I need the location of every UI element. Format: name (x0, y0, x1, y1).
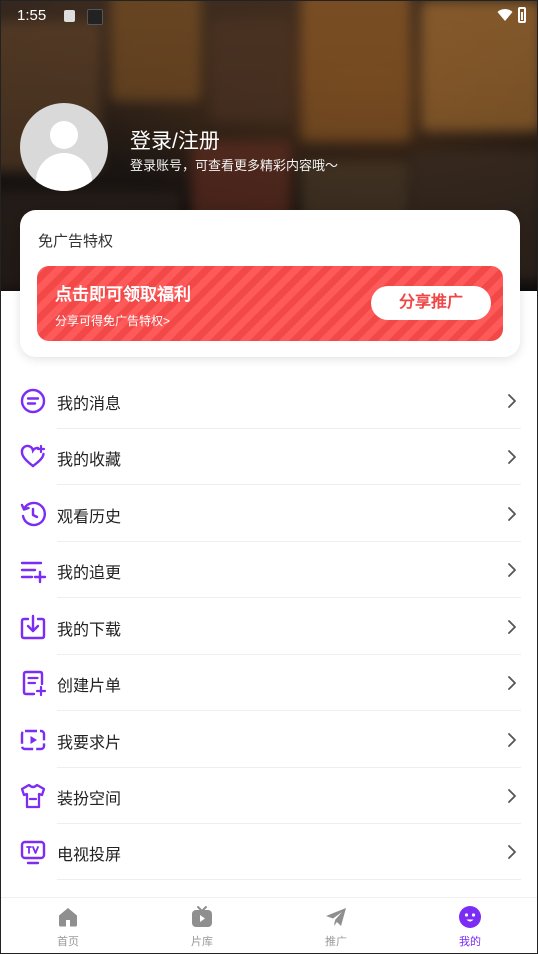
menu-item-downloads[interactable]: 我的下载 (1, 599, 537, 655)
chevron-right-icon (508, 789, 516, 803)
chevron-right-icon (508, 394, 516, 408)
bottom-navigation: 首页 片库 推广 我的 (1, 897, 537, 953)
avatar-head (50, 121, 78, 149)
menu-item-label: 电视投屏 (57, 847, 122, 864)
login-register-link[interactable]: 登录/注册 (130, 125, 220, 155)
tab-label: 片库 (191, 936, 213, 948)
card-title: 免广告特权 (38, 233, 114, 250)
menu-item-label: 我的收藏 (57, 452, 122, 469)
download-icon (20, 614, 46, 640)
tab-promotion[interactable]: 推广 (269, 898, 403, 953)
divider (57, 879, 521, 880)
avatar-body (36, 153, 92, 191)
menu-item-label: 我的追更 (57, 565, 122, 582)
home-icon (59, 908, 77, 927)
welfare-banner[interactable]: 点击即可领取福利 分享可得免广告特权> 分享推广 (37, 266, 503, 341)
status-time: 1:55 (17, 7, 47, 24)
create-playlist-icon (22, 670, 47, 697)
chevron-right-icon (508, 563, 516, 577)
tab-home[interactable]: 首页 (1, 898, 135, 953)
menu-item-label: 装扮空间 (57, 791, 122, 808)
chevron-right-icon (508, 620, 516, 634)
tab-label: 我的 (459, 936, 481, 948)
chevron-right-icon (508, 507, 516, 521)
menu-item-label: 创建片单 (57, 678, 122, 695)
notification-icon (64, 10, 75, 22)
chevron-right-icon (508, 676, 516, 690)
profile-face-icon (459, 906, 481, 928)
request-video-icon (20, 729, 46, 751)
favorite-heart-icon (20, 444, 46, 468)
dress-up-icon (20, 783, 46, 809)
avatar[interactable] (20, 103, 108, 191)
divider (57, 597, 521, 598)
menu-item-dress-up[interactable]: 装扮空间 (1, 768, 537, 824)
menu-item-label: 我要求片 (57, 735, 122, 752)
tv-cast-icon (20, 840, 46, 865)
login-subtitle: 登录账号，可查看更多精彩内容哦～ (130, 158, 339, 173)
status-bar: 1:55 (1, 1, 537, 31)
menu-item-history[interactable]: 观看历史 (1, 486, 537, 542)
menu-item-label: 我的下载 (57, 622, 122, 639)
share-promotion-button[interactable]: 分享推广 (371, 286, 491, 320)
menu-item-request-video[interactable]: 我要求片 (1, 712, 537, 768)
chevron-right-icon (508, 733, 516, 747)
banner-subtitle[interactable]: 分享可得免广告特权> (55, 312, 170, 329)
tab-mine[interactable]: 我的 (403, 898, 537, 953)
menu-item-favorites[interactable]: 我的收藏 (1, 429, 537, 485)
paper-plane-icon (326, 908, 346, 926)
tab-label: 首页 (57, 936, 79, 948)
follow-updates-icon (20, 561, 47, 584)
wifi-icon (497, 9, 513, 21)
ad-free-privilege-card: 免广告特权 点击即可领取福利 分享可得免广告特权> 分享推广 (20, 210, 520, 357)
message-icon (20, 388, 46, 414)
library-icon (192, 906, 212, 927)
chevron-right-icon (508, 450, 516, 464)
history-icon (20, 501, 47, 527)
app-notification-icon (87, 9, 103, 25)
divider (57, 484, 521, 485)
chevron-right-icon (508, 845, 516, 859)
menu-item-follow-updates[interactable]: 我的追更 (1, 542, 537, 598)
divider (57, 710, 521, 711)
menu-item-label: 观看历史 (57, 509, 122, 526)
menu-item-create-playlist[interactable]: 创建片单 (1, 655, 537, 711)
tab-library[interactable]: 片库 (135, 898, 269, 953)
battery-icon (518, 7, 526, 23)
menu-item-tv-cast[interactable]: 电视投屏 (1, 824, 537, 880)
tab-label: 推广 (325, 936, 347, 948)
app-frame: 1:55 登录/注册 登录账号，可查看更多精彩内容哦～ 免广告特权 点击即可领取… (0, 0, 538, 954)
menu-item-label: 我的消息 (57, 396, 122, 413)
menu-item-messages[interactable]: 我的消息 (1, 373, 537, 429)
banner-title: 点击即可领取福利 (55, 285, 191, 304)
